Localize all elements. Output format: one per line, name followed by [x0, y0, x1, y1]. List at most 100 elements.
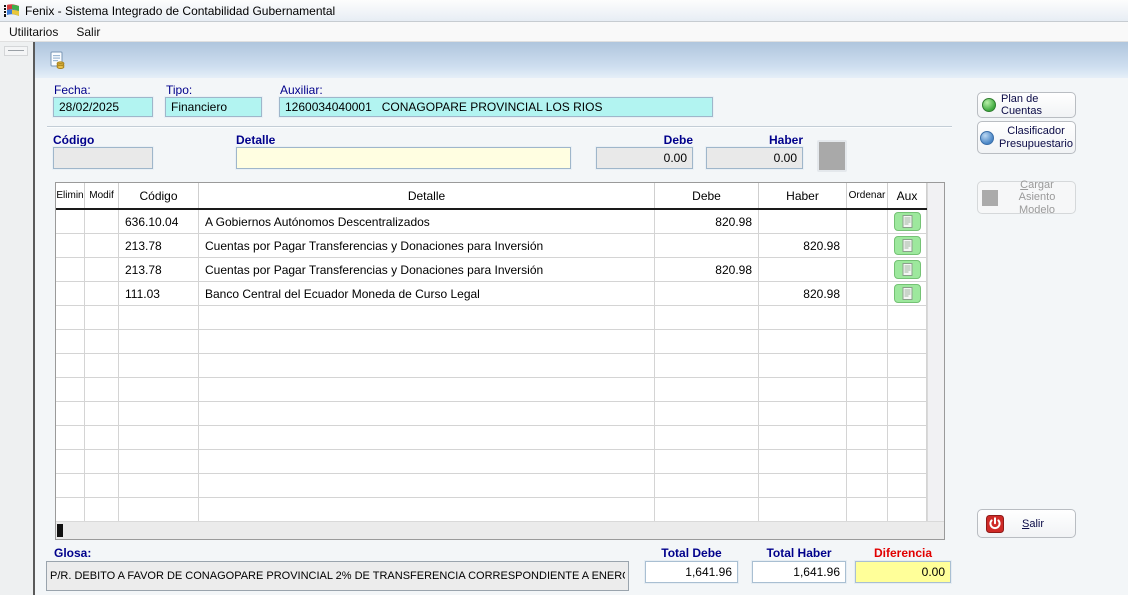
aux-cell	[888, 282, 927, 305]
modif-cell	[85, 258, 119, 281]
table-row[interactable]: 636.10.04 A Gobiernos Autónomos Descentr…	[56, 210, 927, 234]
elimin-cell	[56, 474, 85, 497]
codigo-cell	[119, 426, 199, 449]
total-debe-field	[645, 561, 738, 583]
table-horizontal-scrollbar[interactable]	[56, 521, 944, 539]
codigo-cell	[119, 402, 199, 425]
glosa-label: Glosa:	[54, 546, 91, 560]
menu-item-salir[interactable]: Salir	[67, 23, 109, 41]
haber-cell	[759, 426, 847, 449]
ordenar-cell	[847, 426, 888, 449]
debe-cell	[655, 450, 759, 473]
header-elimin: Elimin	[56, 183, 85, 208]
codigo-cell: 213.78	[119, 234, 199, 257]
add-entry-button[interactable]	[817, 140, 847, 172]
table-row	[56, 378, 927, 402]
menu-item-utilitarios[interactable]: Utilitarios	[0, 23, 67, 41]
table-row	[56, 330, 927, 354]
haber-cell	[759, 474, 847, 497]
document-icon	[902, 263, 913, 276]
green-sphere-icon	[982, 98, 996, 112]
gray-square-icon	[982, 190, 998, 206]
modif-cell	[85, 282, 119, 305]
total-haber-label: Total Haber	[752, 546, 846, 560]
window-title: Fenix - Sistema Integrado de Contabilida…	[25, 4, 335, 18]
detalle-cell	[199, 498, 655, 521]
haber-cell	[759, 378, 847, 401]
debe-cell	[655, 330, 759, 353]
aux-button[interactable]	[894, 260, 921, 279]
haber-cell	[759, 498, 847, 521]
modif-cell	[85, 378, 119, 401]
debe-cell	[655, 282, 759, 305]
table-row[interactable]: 213.78 Cuentas por Pagar Transferencias …	[56, 258, 927, 282]
aux-button[interactable]	[894, 236, 921, 255]
haber-cell: 820.98	[759, 234, 847, 257]
haber-cell	[759, 210, 847, 233]
aux-cell	[888, 330, 927, 353]
tipo-label: Tipo:	[166, 83, 192, 97]
left-panel	[0, 42, 35, 595]
ordenar-cell	[847, 282, 888, 305]
ordenar-cell	[847, 378, 888, 401]
aux-cell	[888, 402, 927, 425]
aux-button[interactable]	[894, 212, 921, 231]
total-debe-label: Total Debe	[645, 546, 738, 560]
tipo-field[interactable]	[165, 97, 262, 117]
plan-de-cuentas-button[interactable]: Plan de Cuentas	[977, 92, 1076, 118]
salir-label: Salir	[1022, 518, 1044, 530]
separator-1	[47, 126, 952, 128]
aux-cell	[888, 306, 927, 329]
windows-logo-icon	[4, 4, 20, 18]
panel-splitter-grip[interactable]	[4, 46, 28, 56]
table-row	[56, 354, 927, 378]
codigo-cell: 213.78	[119, 258, 199, 281]
auxiliar-field[interactable]	[279, 97, 713, 117]
aux-cell	[888, 234, 927, 257]
elimin-cell	[56, 330, 85, 353]
codigo-cell: 636.10.04	[119, 210, 199, 233]
codigo-cell	[119, 354, 199, 377]
horizontal-scrollbar-thumb[interactable]	[57, 524, 63, 537]
header-detalle: Detalle	[199, 183, 655, 208]
diferencia-field	[855, 561, 951, 583]
diferencia-label: Diferencia	[855, 546, 951, 560]
table-vertical-scrollbar[interactable]	[927, 183, 944, 521]
title-bar: Fenix - Sistema Integrado de Contabilida…	[0, 0, 1128, 22]
elimin-cell	[56, 402, 85, 425]
table-row	[56, 402, 927, 426]
ordenar-cell	[847, 234, 888, 257]
table-row[interactable]: 111.03 Banco Central del Ecuador Moneda …	[56, 282, 927, 306]
detalle-cell	[199, 378, 655, 401]
ordenar-cell	[847, 210, 888, 233]
glosa-field[interactable]	[46, 561, 629, 591]
codigo-field[interactable]	[53, 147, 153, 169]
clasificador-label: Clasificador Presupuestario	[999, 125, 1073, 150]
modif-cell	[85, 210, 119, 233]
detalle-field[interactable]	[236, 147, 571, 169]
document-icon	[902, 239, 913, 252]
table-row[interactable]: 213.78 Cuentas por Pagar Transferencias …	[56, 234, 927, 258]
ordenar-cell	[847, 498, 888, 521]
aux-cell	[888, 426, 927, 449]
header-haber: Haber	[759, 183, 847, 208]
codigo-cell	[119, 498, 199, 521]
modif-cell	[85, 498, 119, 521]
haber-cell	[759, 450, 847, 473]
detalle-label: Detalle	[236, 133, 275, 147]
detalle-cell	[199, 402, 655, 425]
table-row	[56, 426, 927, 450]
clasificador-presupuestario-button[interactable]: Clasificador Presupuestario	[977, 121, 1076, 154]
aux-button[interactable]	[894, 284, 921, 303]
fecha-field[interactable]	[53, 97, 153, 117]
debe-cell	[655, 426, 759, 449]
ordenar-cell	[847, 258, 888, 281]
haber-field[interactable]	[706, 147, 803, 169]
modif-cell	[85, 474, 119, 497]
salir-button[interactable]: Salir	[977, 509, 1076, 538]
debe-cell	[655, 402, 759, 425]
codigo-cell	[119, 330, 199, 353]
debe-field[interactable]	[596, 147, 693, 169]
report-document-coins-icon[interactable]	[45, 48, 69, 72]
codigo-cell	[119, 378, 199, 401]
